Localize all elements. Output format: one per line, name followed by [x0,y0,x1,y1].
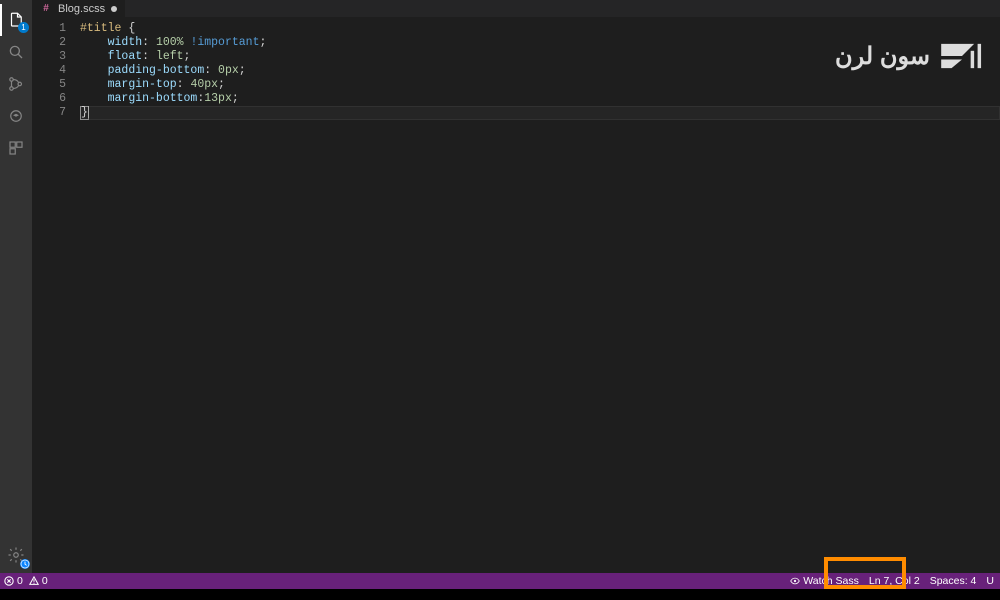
tab-dirty-indicator-icon [111,6,117,12]
search-icon[interactable] [0,36,32,68]
text-cursor [88,106,89,118]
status-right: Watch Sass Ln 7, Col 2 Spaces: 4 U [790,575,994,587]
status-encoding[interactable]: U [986,575,994,587]
code-editor[interactable]: 1234567 #title { width: 100% !important;… [32,18,1000,573]
code-line[interactable]: padding-bottom: 0px; [80,64,1000,78]
code-line[interactable]: float: left; [80,50,1000,64]
explorer-badge: 1 [18,22,29,33]
tab-blog-scss[interactable]: # Blog.scss [32,0,126,17]
code-line[interactable]: } [80,106,1000,120]
status-spaces[interactable]: Spaces: 4 [930,575,977,587]
extensions-icon[interactable] [0,132,32,164]
tab-bar: # Blog.scss [32,0,1000,18]
line-number: 7 [32,106,66,120]
source-control-icon[interactable] [0,68,32,100]
code-line[interactable]: #title { [80,22,1000,36]
line-number-gutter: 1234567 [32,18,80,573]
watch-sass-label: Watch Sass [803,575,859,587]
eye-icon [790,576,800,586]
main-area: 1 [0,0,1000,573]
code-line[interactable]: width: 100% !important; [80,36,1000,50]
status-ln-col[interactable]: Ln 7, Col 2 [869,575,920,587]
line-number: 1 [32,22,66,36]
status-warnings-count: 0 [42,575,48,587]
explorer-icon[interactable]: 1 [0,4,32,36]
debug-icon[interactable] [0,100,32,132]
tab-filename: Blog.scss [58,3,105,15]
status-errors[interactable]: 0 [4,575,23,587]
status-warnings[interactable]: 0 [29,575,48,587]
line-number: 4 [32,64,66,78]
error-icon [4,576,14,586]
line-number: 6 [32,92,66,106]
bottom-black-strip [0,589,1000,600]
warning-icon [29,576,39,586]
status-errors-count: 0 [17,575,23,587]
code-content[interactable]: #title { width: 100% !important; float: … [80,18,1000,573]
line-number: 2 [32,36,66,50]
line-number: 5 [32,78,66,92]
settings-gear-icon[interactable] [0,539,32,571]
line-number: 3 [32,50,66,64]
vscode-window: 1 [0,0,1000,600]
editor-group: # Blog.scss 1234567 #title { width: 100%… [32,0,1000,573]
status-bar: 0 0 Watch Sass Ln 7, Col 2 Spaces: 4 U [0,573,1000,589]
status-left: 0 0 [4,575,48,587]
watch-sass-button[interactable]: Watch Sass [790,575,859,587]
code-line[interactable]: margin-top: 40px; [80,78,1000,92]
code-line[interactable]: margin-bottom:13px; [80,92,1000,106]
scss-file-icon: # [40,3,52,15]
settings-update-badge-icon [20,559,30,569]
activity-bar: 1 [0,0,32,573]
